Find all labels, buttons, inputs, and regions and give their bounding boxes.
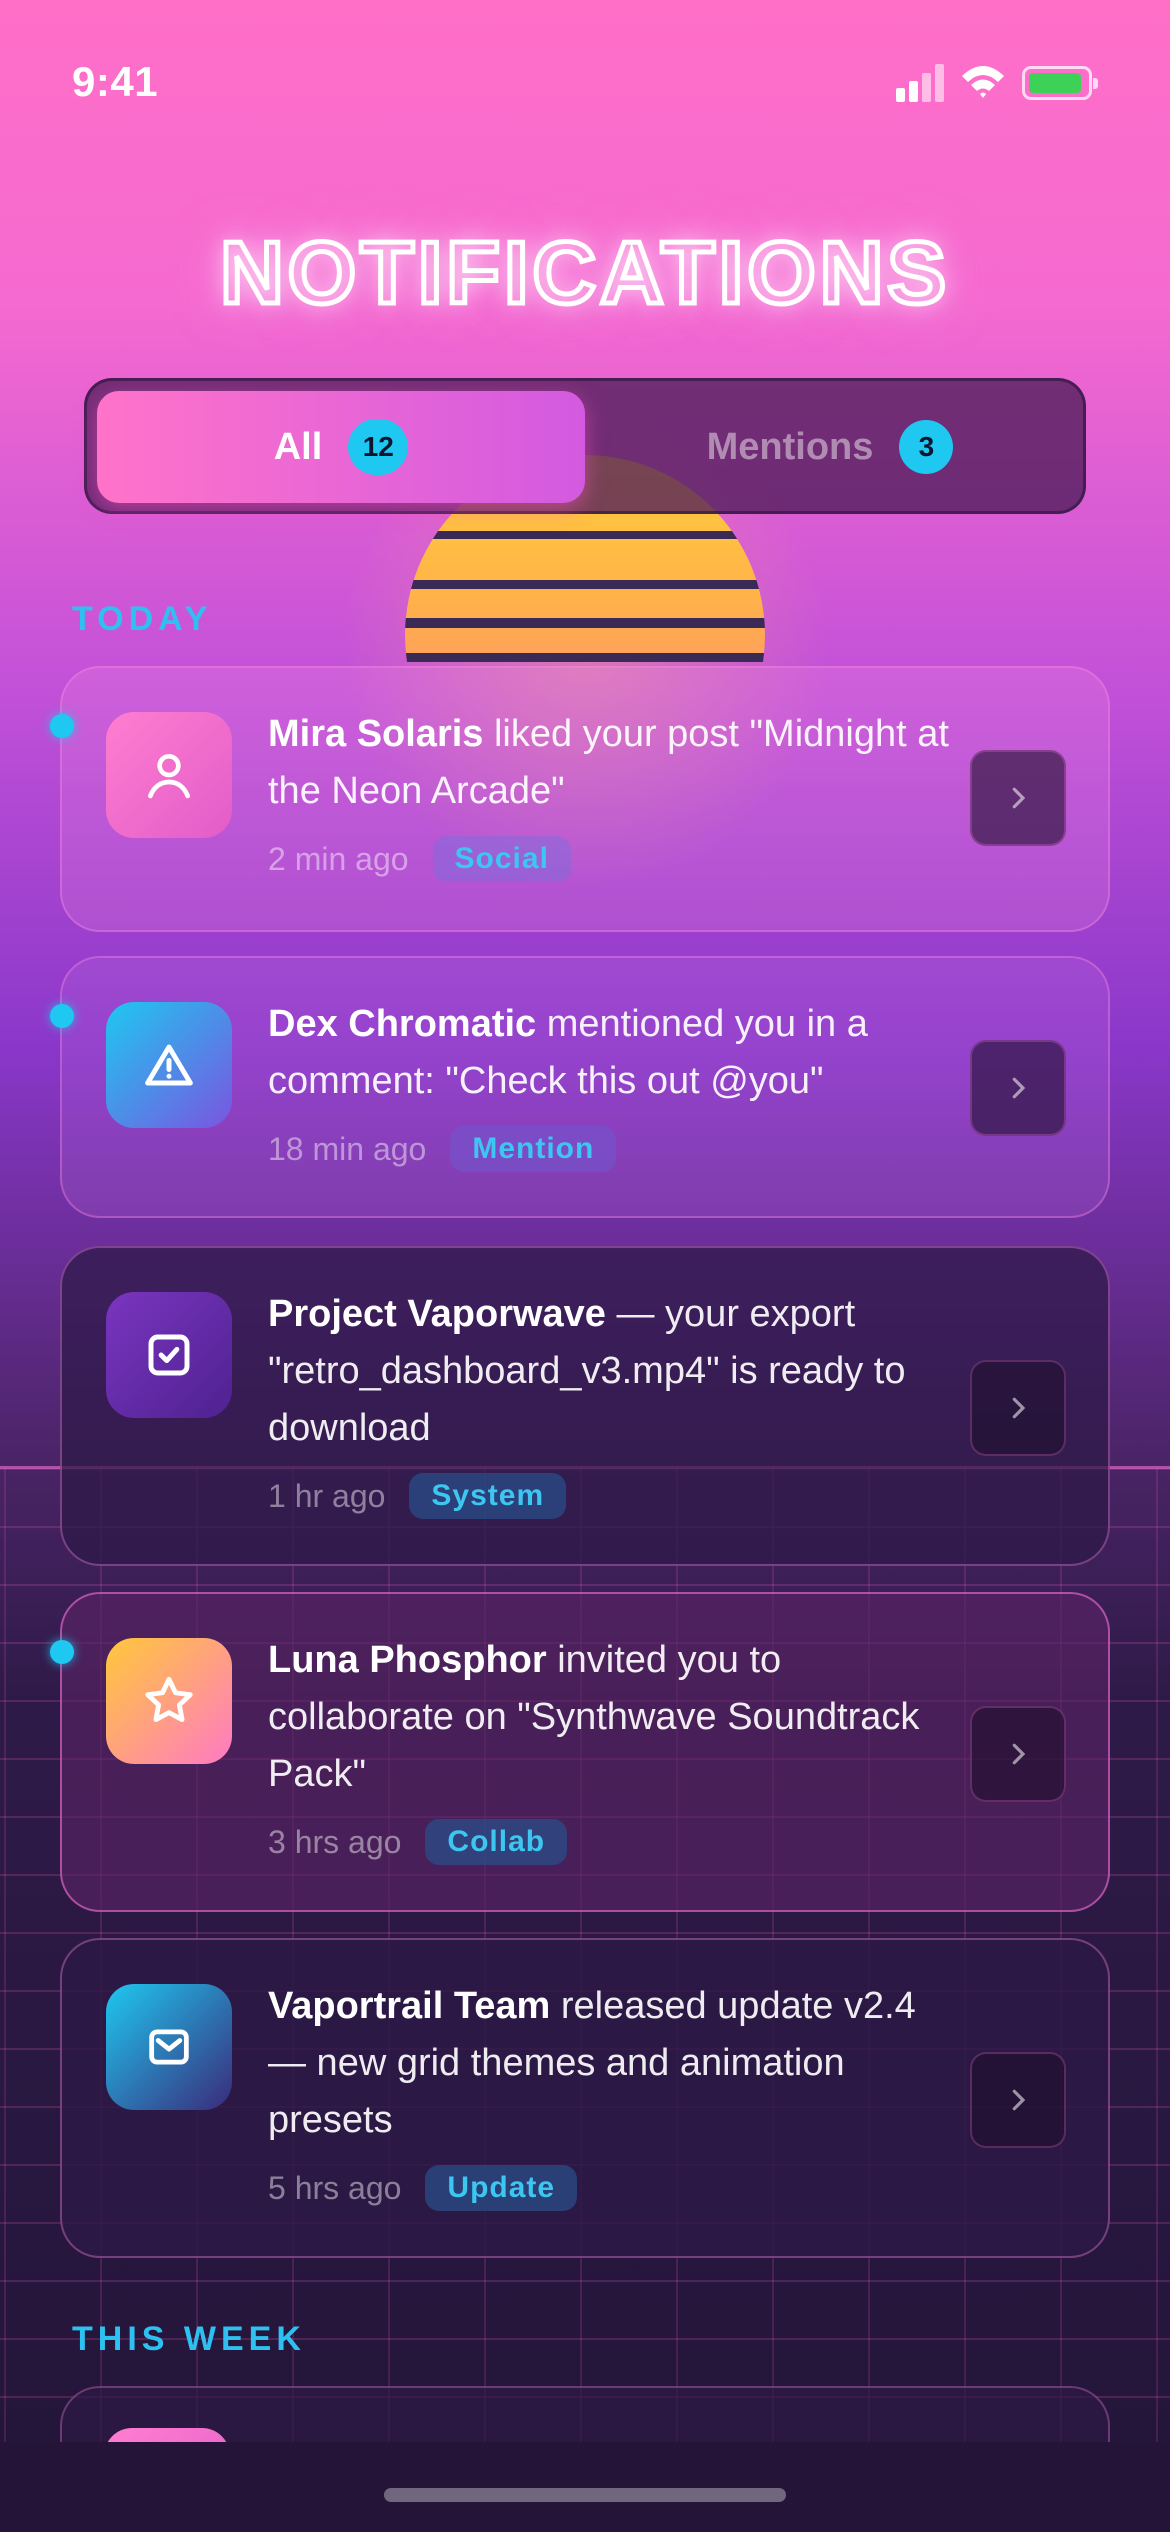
tab-mentions-count-badge: 3 <box>899 420 954 474</box>
bottom-safe-area <box>0 2442 1170 2532</box>
cellular-signal-icon <box>896 64 946 102</box>
tab-mentions[interactable]: Mentions 3 <box>585 391 1075 503</box>
notification-time: 1 hr ago <box>268 1477 386 1514</box>
notification-time: 3 hrs ago <box>268 1823 402 1860</box>
section-label-today: TODAY <box>72 600 213 638</box>
category-tag: Update <box>425 2165 578 2211</box>
notification-time: 18 min ago <box>268 1130 427 1167</box>
category-tag: Social <box>432 836 571 882</box>
category-tag: System <box>409 1473 567 1519</box>
unread-indicator <box>50 714 74 738</box>
notification-actor: Mira Solaris <box>268 713 484 755</box>
unread-indicator <box>50 1004 74 1028</box>
alert-triangle-icon <box>106 1002 232 1128</box>
open-notification-button[interactable] <box>970 1706 1066 1802</box>
chevron-right-icon <box>1012 2089 1026 2111</box>
chevron-right-icon <box>1012 1397 1026 1419</box>
chevron-right-icon <box>1012 787 1026 809</box>
chevron-right-icon <box>1012 1077 1026 1099</box>
avatar <box>104 2428 230 2442</box>
notification-tabs: All 12 Mentions 3 <box>84 378 1086 514</box>
status-time: 9:41 <box>72 58 159 105</box>
notification-card[interactable]: Mira Solaris liked your post "Midnight a… <box>50 666 1110 932</box>
notification-text: Luna Phosphor invited you to collaborate… <box>268 1639 920 1795</box>
notification-text: Project Vaporwave — your export "retro_d… <box>268 1293 906 1449</box>
battery-icon <box>1022 66 1098 100</box>
tab-all-label: All <box>273 425 323 468</box>
notification-card[interactable]: Luna Phosphor invited you to collaborate… <box>50 1592 1110 1912</box>
star-icon <box>106 1638 232 1764</box>
chevron-right-icon <box>1012 1743 1026 1765</box>
notification-text: Dex Chromatic mentioned you in a comment… <box>268 1003 868 1102</box>
open-notification-button[interactable] <box>970 750 1066 846</box>
tab-mentions-label: Mentions <box>706 425 874 468</box>
notification-actor: Project Vaporwave <box>268 1293 606 1335</box>
user-icon <box>106 712 232 838</box>
notification-card[interactable]: Dex Chromatic mentioned you in a comment… <box>50 956 1110 1218</box>
mail-icon <box>106 1984 232 2110</box>
home-indicator[interactable] <box>384 2488 786 2502</box>
notification-card-partial[interactable] <box>60 2386 1110 2442</box>
notification-card[interactable]: Project Vaporwave — your export "retro_d… <box>60 1246 1110 1566</box>
notification-actor: Vaportrail Team <box>268 1985 551 2027</box>
notification-time: 5 hrs ago <box>268 2169 402 2206</box>
notification-card[interactable]: Vaportrail Team released update v2.4 — n… <box>60 1938 1110 2258</box>
notification-time: 2 min ago <box>268 840 409 877</box>
category-tag: Collab <box>425 1819 568 1865</box>
page-title: NOTIFICATIONS <box>218 221 950 325</box>
category-tag: Mention <box>450 1126 617 1172</box>
notification-actor: Dex Chromatic <box>268 1003 537 1045</box>
unread-indicator <box>50 1640 74 1664</box>
open-notification-button[interactable] <box>970 2052 1066 2148</box>
wifi-icon <box>962 66 1004 98</box>
tab-all[interactable]: All 12 <box>97 391 585 503</box>
section-label-this-week: THIS WEEK <box>72 2320 306 2358</box>
status-bar: 9:41 <box>0 0 1170 150</box>
open-notification-button[interactable] <box>970 1040 1066 1136</box>
open-notification-button[interactable] <box>970 1360 1066 1456</box>
notification-text: Vaportrail Team released update v2.4 — n… <box>268 1985 916 2141</box>
notification-text: Mira Solaris liked your post "Midnight a… <box>268 713 949 812</box>
notification-actor: Luna Phosphor <box>268 1639 547 1681</box>
check-square-icon <box>106 1292 232 1418</box>
tab-all-count-badge: 12 <box>348 419 409 475</box>
